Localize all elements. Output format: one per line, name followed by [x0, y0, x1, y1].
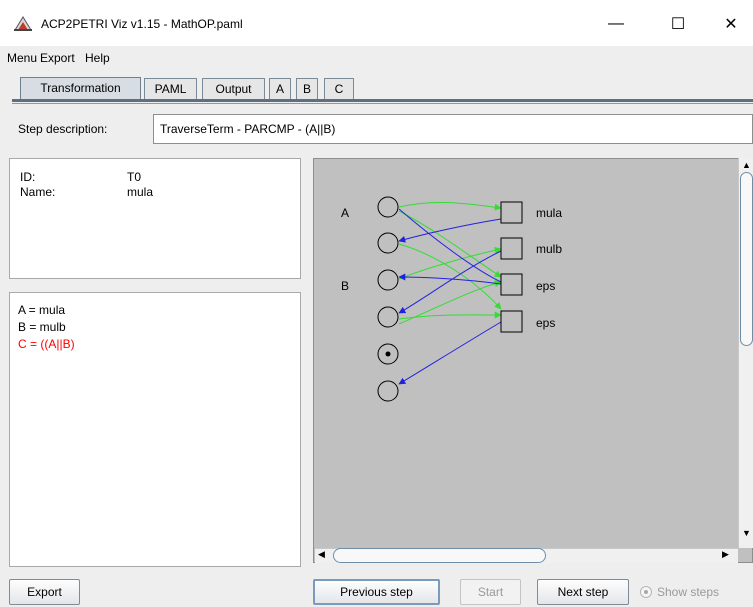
transition-node[interactable] [500, 201, 523, 224]
transition-label: eps [536, 316, 555, 330]
arc-blue [398, 321, 502, 385]
start-button[interactable]: Start [460, 579, 521, 605]
arc-green [398, 201, 502, 211]
export-button[interactable]: Export [9, 579, 80, 605]
scroll-left-icon[interactable]: ◀ [318, 549, 325, 560]
id-value: T0 [127, 170, 142, 184]
transition-label: mulb [536, 242, 562, 256]
minimize-button[interactable]: — [593, 8, 639, 40]
show-steps-radio[interactable] [640, 586, 652, 598]
id-label: ID: [20, 170, 36, 184]
name-label: Name: [20, 185, 56, 199]
place-node[interactable] [377, 380, 399, 402]
petri-net-canvas[interactable]: A B mula mulb eps eps [313, 158, 753, 563]
menu-export[interactable]: Export [40, 51, 75, 65]
window-title: ACP2PETRI Viz v1.15 - MathOP.paml [41, 17, 243, 31]
radio-dot-icon [644, 590, 648, 594]
tab-output[interactable]: Output [202, 78, 265, 100]
arc-green [398, 243, 502, 310]
tab-b[interactable]: B [296, 78, 318, 100]
place-node[interactable] [377, 306, 399, 328]
transition-node[interactable] [500, 273, 523, 296]
info-panel: ID: T0 Name: mula [9, 158, 301, 279]
step-description-label: Step description: [18, 122, 108, 136]
vertical-scroll-thumb[interactable] [740, 172, 753, 346]
tab-underline-inner [12, 103, 753, 104]
place-node[interactable] [377, 196, 399, 218]
close-button[interactable]: ✕ [708, 8, 753, 40]
scroll-right-icon[interactable]: ▶ [722, 549, 729, 560]
menu-menu[interactable]: Menu [7, 51, 37, 65]
place-label-b: B [341, 279, 349, 293]
transition-label: eps [536, 279, 555, 293]
app-icon [13, 14, 33, 32]
petri-net-graph: A B mula mulb eps eps [341, 196, 562, 402]
show-steps-label: Show steps [657, 585, 720, 599]
tab-transformation[interactable]: Transformation [20, 77, 141, 100]
maximize-button[interactable]: ☐ [655, 8, 701, 40]
equation-line: A = mula [18, 303, 66, 317]
tab-c[interactable]: C [324, 78, 354, 100]
scroll-down-icon[interactable]: ▼ [742, 528, 751, 538]
equations-panel: A = mula B = mulb C = ((A||B) [9, 292, 301, 567]
tab-paml[interactable]: PAML [144, 78, 197, 100]
place-label-a: A [341, 206, 349, 220]
tab-a[interactable]: A [269, 78, 291, 100]
previous-step-button[interactable]: Previous step [313, 579, 440, 605]
menu-bar: Menu Export Help [0, 46, 753, 68]
place-node[interactable] [377, 232, 399, 254]
horizontal-scroll-thumb[interactable] [333, 548, 546, 563]
name-value: mula [127, 185, 154, 199]
next-step-button[interactable]: Next step [537, 579, 629, 605]
place-node[interactable] [377, 269, 399, 291]
scroll-up-icon[interactable]: ▲ [742, 160, 751, 170]
equation-line-current: C = ((A||B) [18, 337, 75, 351]
transition-node[interactable] [500, 310, 523, 333]
transition-label: mula [536, 206, 562, 220]
token [385, 351, 391, 357]
step-description-value: TraverseTerm - PARCMP - (A||B) [160, 122, 336, 136]
tab-underline [12, 99, 753, 102]
arc-green [398, 246, 502, 280]
menu-help[interactable]: Help [85, 51, 110, 65]
transition-node[interactable] [500, 237, 523, 260]
equation-line: B = mulb [18, 320, 66, 334]
arc-green [398, 280, 502, 325]
